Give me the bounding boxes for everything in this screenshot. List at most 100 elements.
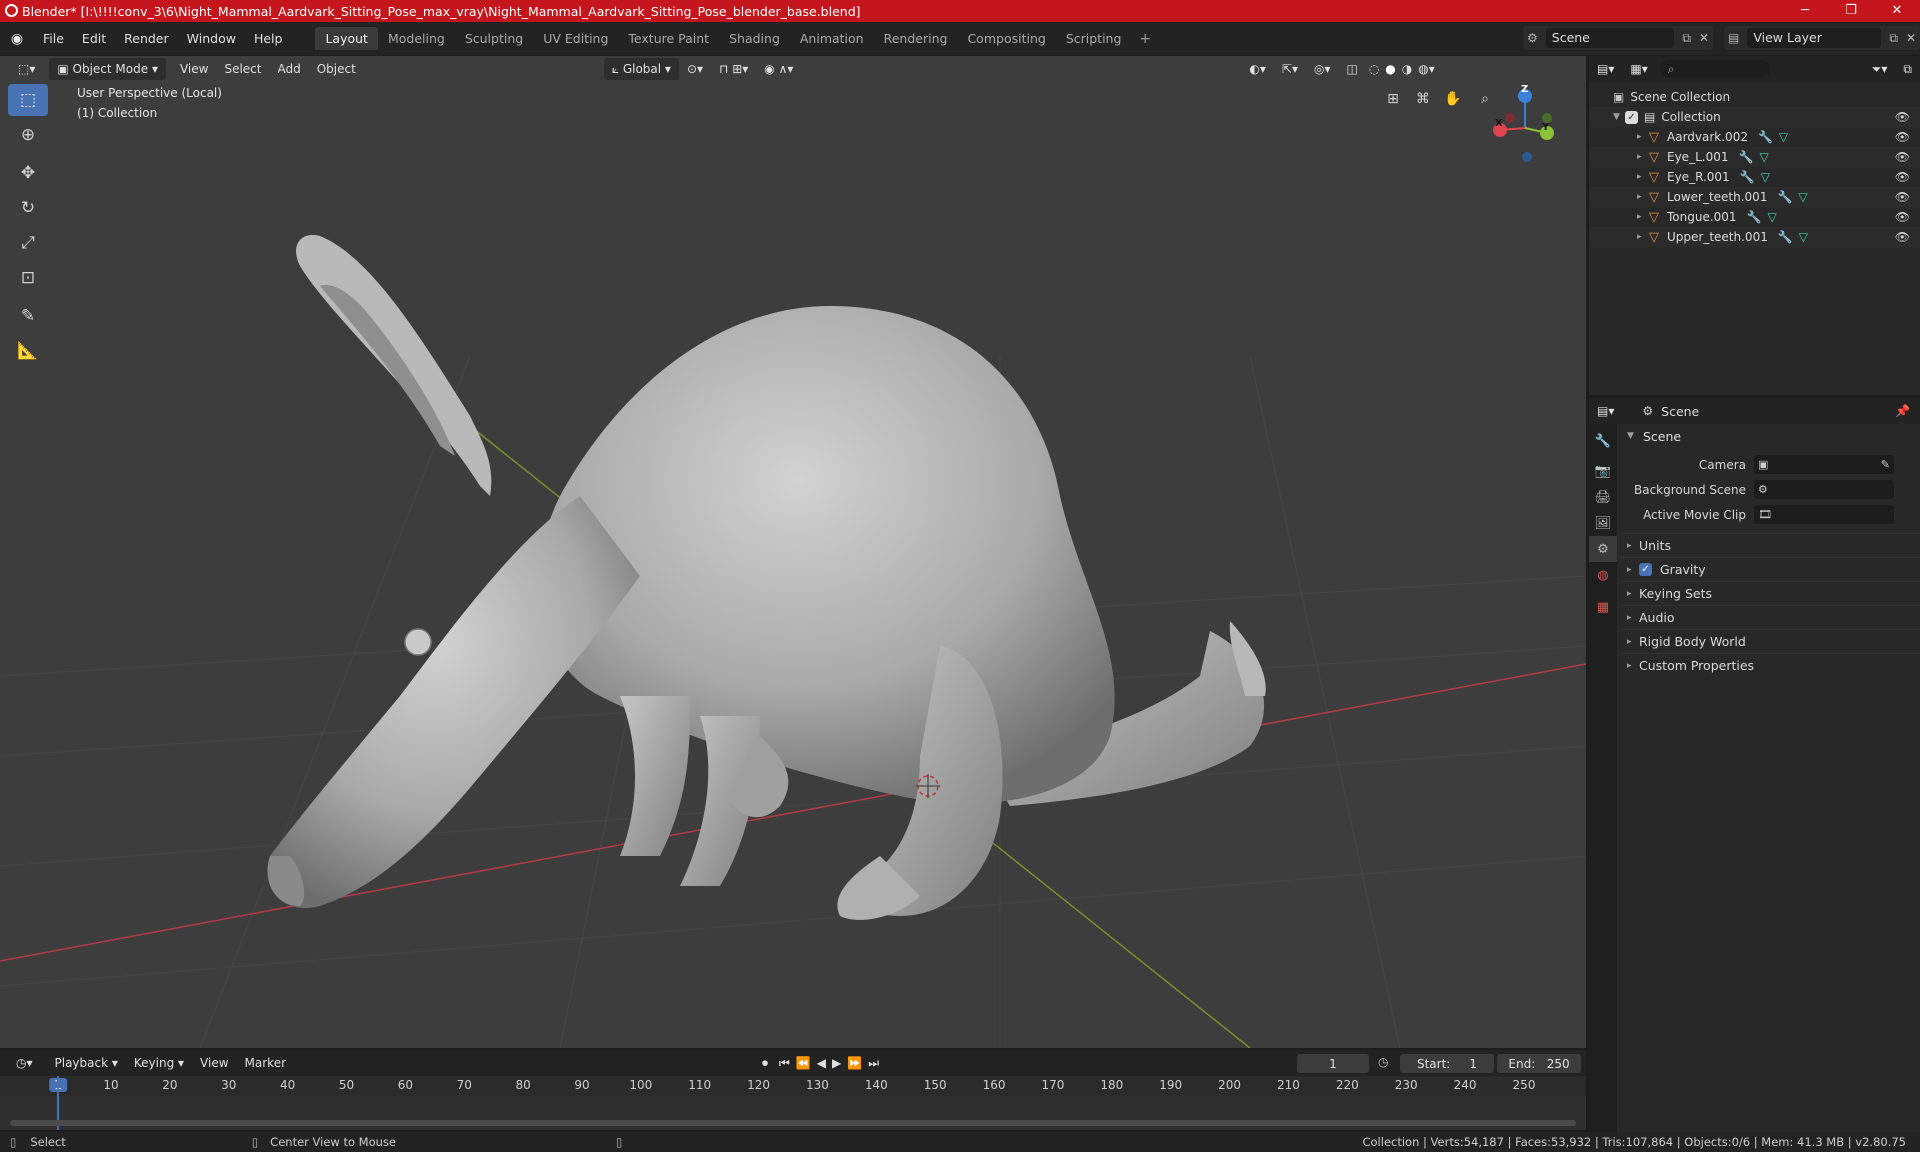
prev-keyframe-icon[interactable]: ⏪ [793,1052,814,1074]
gravity-panel[interactable]: ▸ ✓ Gravity [1619,557,1920,581]
eyedropper-icon[interactable]: ✎ [1881,458,1890,471]
playback-menu[interactable]: Playback ▾ [47,1052,126,1074]
shading-wireframe-icon[interactable]: ◌ [1366,58,1382,80]
tab-animation[interactable]: Animation [790,27,874,50]
timeline-view-menu[interactable]: View [192,1052,236,1074]
preview-range-icon[interactable]: ◷ [1378,1055,1388,1069]
object-expand-icon[interactable]: ▸ [1637,212,1649,222]
eye-icon[interactable]: 👁 [1895,150,1910,164]
eye-icon[interactable]: 👁 [1895,170,1910,184]
eye-icon[interactable]: 👁 [1895,190,1910,204]
measure-tool[interactable]: 📐 [8,335,48,367]
outliner-search-input[interactable]: ⌕ [1659,60,1770,78]
outliner-object-row[interactable]: ▸ ▽ Lower_teeth.001 🔧 ▽ 👁 [1589,187,1920,207]
mesh-data-icon[interactable]: ▽ [1759,150,1768,164]
remove-view-layer-icon[interactable]: ✕ [1902,31,1920,45]
tab-sculpting[interactable]: Sculpting [455,27,533,50]
mesh-data-icon[interactable]: ▽ [1799,230,1808,244]
tool-tab-icon[interactable]: 🔧 [1589,428,1617,454]
annotate-tool[interactable]: ✎ [8,300,48,332]
pivot-point-icon[interactable]: ⊙▾ [679,58,711,80]
collection-row[interactable]: ▼ ✓ ▤ Collection 👁 [1589,107,1920,127]
eye-icon[interactable]: 👁 [1895,230,1910,244]
mesh-data-icon[interactable]: ▽ [1761,170,1770,184]
camera-view-icon[interactable]: ⌘ [1410,86,1436,112]
xray-icon[interactable]: ◫ [1338,58,1365,80]
select-box-tool[interactable]: ⬚ [8,84,48,116]
marker-menu[interactable]: Marker [237,1052,294,1074]
new-collection-icon[interactable]: ⧉ [1895,58,1920,80]
expand-icon[interactable]: ▸ [1627,613,1639,623]
transform-tool[interactable]: ⊡ [8,262,48,294]
jump-end-icon[interactable]: ⏭ [865,1052,882,1074]
blender-menu-icon[interactable]: ◉ [0,31,34,47]
active-movie-clip-field[interactable]: 🎞 [1754,505,1894,524]
eye-icon[interactable]: 👁 [1895,110,1910,124]
camera-field[interactable]: ▣ ✎ [1754,455,1894,474]
shading-material-icon[interactable]: ◑ [1399,58,1415,80]
panel-collapse-icon[interactable]: ▼ [1627,431,1639,441]
render-tab-icon[interactable]: 📷 [1589,458,1617,484]
keying-menu[interactable]: Keying ▾ [126,1052,192,1074]
current-frame-field[interactable]: 1 [1297,1054,1369,1073]
new-scene-icon[interactable]: ⧉ [1678,31,1695,46]
tab-scripting[interactable]: Scripting [1056,27,1132,50]
timeline-editor-type-icon[interactable]: ◷▾ [8,1052,41,1074]
modifier-icon[interactable]: 🔧 [1777,190,1792,204]
tab-shading[interactable]: Shading [719,27,790,50]
eye-icon[interactable]: 👁 [1895,130,1910,144]
outliner-object-row[interactable]: ▸ ▽ Upper_teeth.001 🔧 ▽ 👁 [1589,227,1920,247]
tab-compositing[interactable]: Compositing [957,27,1055,50]
rotate-tool[interactable]: ↻ [8,192,48,224]
modifier-icon[interactable]: 🔧 [1740,170,1755,184]
gravity-checkbox[interactable]: ✓ [1639,563,1652,576]
scene-name-field[interactable]: Scene [1545,28,1675,48]
pin-icon[interactable]: 📌 [1895,404,1910,418]
tab-texture-paint[interactable]: Texture Paint [618,27,719,50]
outliner-object-row[interactable]: ▸ ▽ Tongue.001 🔧 ▽ 👁 [1589,207,1920,227]
select-menu[interactable]: Select [216,58,269,80]
end-frame-field[interactable]: End: 250 [1497,1054,1581,1073]
timeline-scrollbar[interactable] [10,1120,1576,1126]
next-keyframe-icon[interactable]: ⏩ [844,1052,865,1074]
transform-orientation-dropdown[interactable]: ⟀ Global ▾ [603,58,679,80]
filter-icon[interactable]: ⏷▾ [1864,58,1896,80]
outliner-object-row[interactable]: ▸ ▽ Aardvark.002 🔧 ▽ 👁 [1589,127,1920,147]
move-tool[interactable]: ✥ [8,157,48,189]
custom-properties-panel[interactable]: ▸ Custom Properties [1619,653,1920,677]
tab-modeling[interactable]: Modeling [378,27,455,50]
display-mode-icon[interactable]: ▦▾ [1622,58,1655,80]
object-expand-icon[interactable]: ▸ [1637,152,1649,162]
mesh-data-icon[interactable]: ▽ [1798,190,1807,204]
expand-icon[interactable]: ▸ [1627,565,1639,575]
modifier-icon[interactable]: 🔧 [1747,210,1762,224]
scale-tool[interactable]: ⤢ [8,227,48,259]
view-menu[interactable]: View [172,58,216,80]
remove-scene-icon[interactable]: ✕ [1695,31,1713,45]
play-icon[interactable]: ▶ [829,1052,844,1074]
menu-file[interactable]: File [34,31,73,46]
record-icon[interactable]: ⏺ [754,1052,776,1074]
tab-uv-editing[interactable]: UV Editing [533,27,618,50]
menu-window[interactable]: Window [178,31,245,46]
mesh-data-icon[interactable]: ▽ [1779,130,1788,144]
modifier-icon[interactable]: 🔧 [1738,150,1753,164]
output-tab-icon[interactable]: 🖨 [1589,484,1617,510]
rigid-body-world-panel[interactable]: ▸ Rigid Body World [1619,629,1920,653]
menu-help[interactable]: Help [245,31,292,46]
zoom-view-icon[interactable]: ⌕ [1472,86,1498,112]
object-expand-icon[interactable]: ▸ [1637,232,1649,242]
world-tab-icon[interactable]: ◍ [1589,562,1617,588]
add-menu[interactable]: Add [269,58,308,80]
minimize-button[interactable]: ─ [1782,0,1828,22]
object-expand-icon[interactable]: ▸ [1637,172,1649,182]
gizmo-toggle-icon[interactable]: ⇱▾ [1274,58,1306,80]
mesh-data-icon[interactable]: ▽ [1768,210,1777,224]
toggle-grid-icon[interactable]: ⊞ [1380,86,1406,112]
scene-tab-icon[interactable]: ⚙ [1589,536,1617,562]
object-expand-icon[interactable]: ▸ [1637,192,1649,202]
expand-icon[interactable]: ▸ [1627,637,1639,647]
timeline-ruler[interactable]: 1102030405060708090100110120130140150160… [0,1076,1586,1096]
overlays-icon[interactable]: ◎▾ [1306,58,1339,80]
jump-start-icon[interactable]: ⏮ [776,1052,793,1074]
